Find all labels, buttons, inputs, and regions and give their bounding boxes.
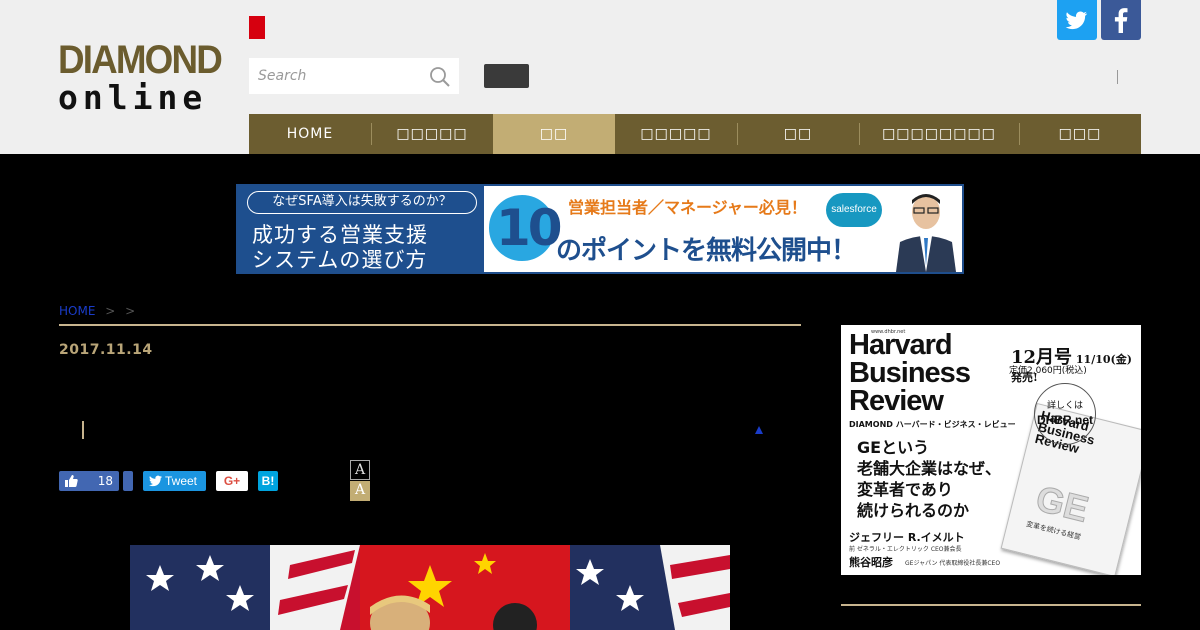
thumbs-up-icon — [65, 475, 78, 487]
main-nav: HOME □□□□□ □□ □□□□□ □□ □□□□□□□□ □□□ — [249, 114, 1141, 154]
hbr-title-line3: Review — [849, 385, 944, 417]
hatena-bookmark-button[interactable]: B! — [258, 471, 278, 491]
title-marker — [82, 421, 84, 439]
facebook-icon — [1114, 8, 1128, 33]
hbr-author2: 熊谷昭彦 — [849, 556, 893, 569]
nav-item-4[interactable]: □□□□□ — [615, 114, 737, 154]
triangle-up-icon[interactable] — [755, 426, 763, 434]
banner-pill-text: なぜSFA導入は失敗するのか？ — [247, 191, 477, 214]
article-date: 2017.11.14 — [59, 342, 153, 358]
facebook-button[interactable] — [1101, 0, 1141, 40]
banner-number: 10 — [496, 199, 563, 257]
twitter-bird-icon — [149, 475, 162, 487]
red-marker — [249, 16, 265, 39]
diamond-online-logo[interactable]: DIAMOND online — [58, 40, 224, 116]
breadcrumb-separator: > — [105, 304, 116, 318]
hbr-title-line1: Harvard — [849, 329, 953, 361]
hbr-author2-role: GEジャパン 代表取締役社長兼CEO — [905, 560, 1001, 567]
site-header: DIAMOND online HOME □□□□□ □□ □□□□□ □□ □□… — [0, 0, 1200, 154]
hbr-title: Harvard Business Review — [849, 329, 971, 417]
banner-bottom-text: のポイントを無料公開中！ — [556, 236, 857, 266]
header-divider — [1117, 70, 1118, 84]
like-count: 18 — [97, 474, 113, 488]
search-box — [249, 58, 459, 94]
twitter-icon — [1065, 11, 1088, 30]
nav-item-5[interactable]: □□ — [737, 114, 859, 154]
search-icon[interactable] — [429, 66, 451, 88]
hbr-headline-line3: 変革者であり — [857, 480, 953, 499]
sidebar-rule — [841, 604, 1141, 606]
font-size-large-button[interactable]: A — [350, 481, 370, 501]
banner-top-text: 営業担当者／マネージャー必見！ — [568, 198, 807, 217]
hbr-sidebar-ad[interactable]: www.dhbr.net Harvard Business Review DIA… — [841, 325, 1141, 575]
tweet-button[interactable]: Tweet — [143, 471, 206, 491]
hbr-headline-line1: GEという — [857, 438, 930, 457]
logo-diamond-text: DIAMOND — [58, 38, 223, 82]
nav-item-6[interactable]: □□□□□□□□ — [859, 114, 1019, 154]
tweet-label: Tweet — [165, 474, 198, 488]
hbr-details-circle[interactable]: 詳しくは DHBR.net — [1034, 383, 1096, 445]
banner-line2: システムの選び方 — [252, 248, 428, 272]
twitter-button[interactable] — [1057, 0, 1097, 40]
logo-online-text: online — [58, 78, 208, 117]
breadcrumb: HOME > > — [59, 304, 135, 318]
font-size-small-button[interactable]: A — [350, 460, 370, 480]
hbr-circle-line2: DHBR.net — [1037, 413, 1093, 427]
nav-item-3-active[interactable]: □□ — [493, 114, 615, 154]
facebook-share-button[interactable] — [123, 471, 133, 491]
nav-item-home[interactable]: HOME — [249, 114, 371, 154]
breadcrumb-home-link[interactable]: HOME — [59, 304, 95, 318]
breadcrumb-separator: > — [125, 304, 136, 318]
article-top-rule — [59, 324, 801, 326]
nav-item-7[interactable]: □□□ — [1019, 114, 1141, 154]
hbr-headline-line2: 老舗大企業はなぜ、 — [857, 459, 1002, 478]
hbr-circle-line1: 詳しくは — [1046, 401, 1083, 411]
article-photo — [130, 545, 730, 630]
search-input[interactable] — [249, 58, 424, 94]
hbr-headline: GEという 老舗大企業はなぜ、 変革者であり 続けられるのか — [857, 437, 1001, 521]
hbr-subtitle: DIAMOND ハーバード・ビジネス・レビュー — [849, 420, 1016, 429]
salesforce-banner-ad[interactable]: なぜSFA導入は失敗するのか？ 成功する営業支援 システムの選び方 10 営業担… — [236, 184, 964, 274]
hbr-price: 定価2,060円(税込) — [1009, 366, 1087, 376]
hbr-headline-line4: 続けられるのか — [857, 501, 970, 520]
header-button[interactable] — [484, 64, 529, 88]
hbr-author1-role: 前 ゼネラル・エレクトリック CEO兼会長 — [849, 546, 962, 553]
banner-person-photo — [888, 186, 962, 272]
salesforce-logo: salesforce — [826, 193, 882, 227]
banner-left-panel: なぜSFA導入は失敗するのか？ 成功する営業支援 システムの選び方 — [238, 186, 484, 272]
hbr-author1: ジェフリー R.イメルト — [849, 531, 965, 544]
google-plus-button[interactable]: G+ — [216, 471, 248, 491]
nav-item-2[interactable]: □□□□□ — [371, 114, 493, 154]
facebook-like-button[interactable]: 18 — [59, 471, 119, 491]
hbr-title-line2: Business — [849, 357, 971, 389]
